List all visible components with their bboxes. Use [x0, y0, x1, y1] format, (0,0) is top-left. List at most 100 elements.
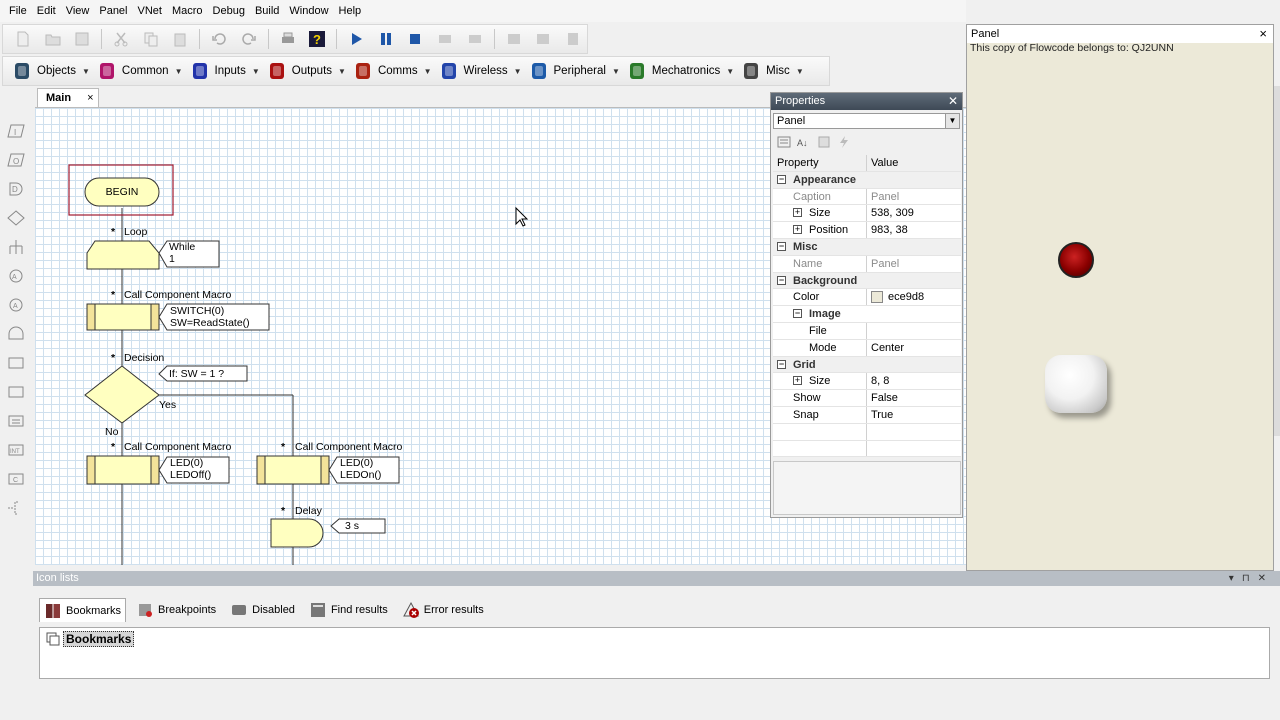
- collapse-icon[interactable]: −: [777, 241, 786, 251]
- string-icon[interactable]: [4, 408, 28, 434]
- tab-error-results[interactable]: Error results: [398, 598, 488, 622]
- property-row-misc[interactable]: − Misc: [773, 238, 961, 256]
- open-file-button[interactable]: [39, 27, 67, 51]
- properties-object-select[interactable]: Panel ▼: [773, 113, 960, 129]
- loop-icon[interactable]: [86, 240, 160, 270]
- led-component[interactable]: [1058, 242, 1094, 278]
- icon-lists-window-controls[interactable]: ▾⊓✕: [1229, 571, 1274, 586]
- redo-button[interactable]: [235, 27, 263, 51]
- property-value[interactable]: Panel: [867, 189, 961, 205]
- properties-close-icon[interactable]: ✕: [948, 93, 958, 110]
- step-over-button[interactable]: [461, 27, 489, 51]
- property-row-appearance[interactable]: − Appearance: [773, 171, 961, 189]
- menu-edit[interactable]: Edit: [32, 0, 61, 22]
- calculation-icon[interactable]: [4, 379, 28, 405]
- paste-button[interactable]: [167, 27, 195, 51]
- collapse-icon[interactable]: −: [777, 275, 786, 285]
- input-icon[interactable]: I: [4, 118, 28, 144]
- property-value[interactable]: Panel: [867, 256, 961, 272]
- category-misc[interactable]: Misc ▼: [740, 57, 810, 85]
- step-into-button[interactable]: [431, 27, 459, 51]
- property-row-caption[interactable]: Caption Panel: [773, 188, 961, 206]
- collapse-icon[interactable]: −: [777, 359, 786, 369]
- save-button[interactable]: [68, 27, 96, 51]
- tab-main[interactable]: Main ×: [37, 88, 99, 107]
- output-icon[interactable]: O: [4, 147, 28, 173]
- decision-icon[interactable]: [4, 205, 28, 231]
- property-row-name[interactable]: Name Panel: [773, 255, 961, 273]
- events-icon[interactable]: [837, 135, 851, 149]
- new-file-button[interactable]: [9, 27, 37, 51]
- dropdown-arrow-icon[interactable]: ▼: [424, 67, 432, 76]
- property-row-grid[interactable]: − Grid: [773, 356, 961, 374]
- code-icon[interactable]: C: [4, 466, 28, 492]
- category-inputs[interactable]: Inputs ▼: [189, 57, 266, 85]
- switch-icon[interactable]: [4, 234, 28, 260]
- collapse-icon[interactable]: −: [793, 309, 802, 319]
- categorized-icon[interactable]: [777, 135, 791, 149]
- property-row-image[interactable]: − Image: [773, 306, 961, 323]
- property-value[interactable]: 8, 8: [867, 373, 961, 389]
- menu-vnet[interactable]: VNet: [133, 0, 167, 22]
- property-value[interactable]: 983, 38: [867, 222, 961, 238]
- goto-icon[interactable]: A: [4, 292, 28, 318]
- delay-icon[interactable]: [270, 518, 324, 548]
- undo-button[interactable]: [205, 27, 233, 51]
- dropdown-arrow-icon[interactable]: ▼: [82, 67, 90, 76]
- property-row-file[interactable]: File: [773, 322, 961, 340]
- comment-icon[interactable]: [4, 495, 28, 521]
- category-wireless[interactable]: Wireless ▼: [438, 57, 528, 85]
- property-value[interactable]: 538, 309: [867, 205, 961, 221]
- dropdown-arrow-icon[interactable]: ▼: [514, 67, 522, 76]
- property-row-size[interactable]: + Size 8, 8: [773, 373, 961, 391]
- dropdown-arrow-icon[interactable]: ▼: [252, 67, 260, 76]
- dropdown-arrow-icon[interactable]: ▼: [612, 67, 620, 76]
- expand-icon[interactable]: +: [793, 208, 802, 218]
- property-value[interactable]: True: [867, 407, 961, 423]
- delay-icon[interactable]: D: [4, 176, 28, 202]
- property-value[interactable]: ece9d8: [867, 289, 961, 305]
- property-row-size[interactable]: + Size 538, 309: [773, 205, 961, 223]
- menu-build[interactable]: Build: [250, 0, 284, 22]
- pause-button[interactable]: [372, 27, 400, 51]
- dropdown-arrow-icon[interactable]: ▼: [726, 67, 734, 76]
- macro-yes-icon[interactable]: [256, 455, 330, 485]
- category-objects[interactable]: Objects ▼: [11, 57, 96, 85]
- interrupt-icon[interactable]: INT: [4, 437, 28, 463]
- tab-disabled[interactable]: Disabled: [226, 598, 299, 622]
- menu-help[interactable]: Help: [334, 0, 367, 22]
- category-peripheral[interactable]: Peripheral ▼: [528, 57, 626, 85]
- tab-breakpoints[interactable]: Breakpoints: [132, 598, 220, 622]
- category-outputs[interactable]: Outputs ▼: [266, 57, 352, 85]
- expand-icon[interactable]: +: [793, 225, 802, 235]
- menu-file[interactable]: File: [4, 0, 32, 22]
- property-row-color[interactable]: Color ece9d8: [773, 289, 961, 307]
- property-row-mode[interactable]: Mode Center: [773, 339, 961, 357]
- compile-button[interactable]: [500, 27, 528, 51]
- stop-button[interactable]: [402, 27, 430, 51]
- menu-window[interactable]: Window: [284, 0, 333, 22]
- property-row-snap[interactable]: Snap True: [773, 406, 961, 424]
- dropdown-arrow-icon[interactable]: ▼: [796, 67, 804, 76]
- sort-az-icon[interactable]: A↓: [797, 135, 811, 149]
- bookmarks-list-item[interactable]: Bookmarks: [46, 631, 135, 647]
- chevron-down-icon[interactable]: ▼: [945, 114, 959, 128]
- help-button[interactable]: ?: [303, 27, 331, 51]
- macro1-icon[interactable]: [86, 303, 160, 331]
- print-button[interactable]: [274, 27, 302, 51]
- dropdown-arrow-icon[interactable]: ▼: [338, 67, 346, 76]
- component-macro-icon[interactable]: [4, 350, 28, 376]
- property-value[interactable]: [867, 323, 961, 339]
- property-row-background[interactable]: − Background: [773, 272, 961, 290]
- run-button[interactable]: [342, 27, 370, 51]
- menu-view[interactable]: View: [61, 0, 95, 22]
- panel-scrollbar[interactable]: [1274, 86, 1280, 436]
- category-mechatronics[interactable]: Mechatronics ▼: [626, 57, 740, 85]
- property-value[interactable]: Center: [867, 340, 961, 356]
- property-row-position[interactable]: + Position 983, 38: [773, 222, 961, 239]
- push-switch-component[interactable]: [1045, 355, 1107, 413]
- collapse-icon[interactable]: −: [777, 174, 786, 184]
- panel-close-icon[interactable]: ×: [1259, 25, 1267, 43]
- close-tab-icon[interactable]: ×: [87, 92, 93, 104]
- menu-debug[interactable]: Debug: [208, 0, 250, 22]
